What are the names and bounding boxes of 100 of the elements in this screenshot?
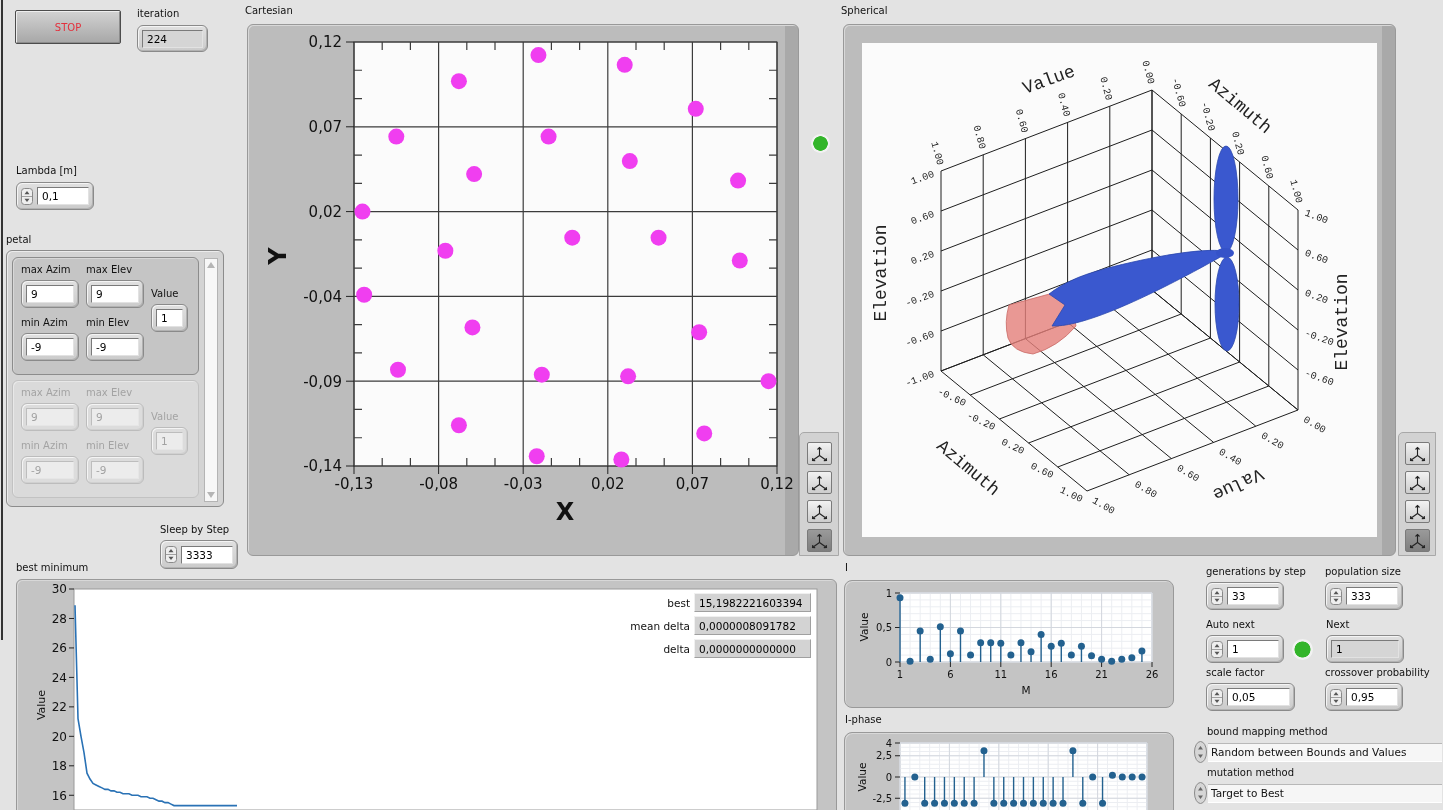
tick-label: 0.60 [1303,247,1330,267]
tick-label: 0.00 [1301,414,1328,436]
numeric-field[interactable]: 1 [156,309,183,327]
tick-label: 0.80 [970,124,988,151]
readout-label: delta [663,642,690,655]
data-point [760,373,777,390]
readout-label: mean delta [630,619,690,632]
spinner-arrows-icon[interactable] [1330,587,1342,605]
projection-button[interactable] [1404,500,1430,523]
data-point [946,650,954,658]
data-point [1027,648,1035,656]
spinner-arrows-icon[interactable] [1194,782,1207,804]
spinner-arrows-icon[interactable] [21,187,33,205]
data-point [987,639,995,647]
tick-label: 0,07 [675,475,710,493]
numeric-field[interactable]: -9 [26,338,74,356]
data-point [960,799,968,807]
data-point [997,639,1005,647]
projection-button[interactable] [806,529,832,552]
numeric-field[interactable]: 0,1 [37,187,89,205]
tick-label: 0.60 [909,208,936,228]
axes-icon [810,445,828,462]
numeric-field: -9 [91,461,139,479]
data-point [450,73,467,90]
tick-label: 1 [896,669,904,680]
numeric-field[interactable]: 1 [1227,640,1279,658]
data-point [564,229,581,246]
section-label: I-phase [845,714,882,726]
control-label: Lambda [m] [16,165,77,177]
tick-label: 26 [1145,669,1159,680]
numeric-field[interactable]: 3333 [181,545,233,564]
data-point [950,799,958,807]
data-point [1007,651,1015,659]
axes-icon [1408,445,1426,462]
tick-label: 0.20 [1259,430,1286,452]
data-point [1017,639,1025,647]
numeric-field[interactable]: 333 [1346,587,1398,605]
data-point [906,657,914,665]
numeric-field: 9 [91,408,139,426]
tick-label: 26 [51,641,67,656]
tick-label: 0.60 [1174,462,1201,485]
spinner-arrows-icon[interactable] [1211,688,1223,706]
tick-label: -0.60 [1169,76,1188,109]
tick-label: 0.20 [909,248,936,268]
tick-label: 0.20 [999,436,1026,457]
data-point [390,361,406,378]
control-label: crossover probability [1325,667,1430,679]
projection-button[interactable] [1404,529,1430,552]
projection-button[interactable] [1404,442,1430,465]
numeric-field[interactable]: 9 [26,285,74,303]
tick-label: -0.20 [903,288,936,310]
tick-label: 21 [1095,669,1108,680]
control-label: Value [151,288,179,300]
spinner-arrows-icon[interactable] [1211,587,1223,605]
data-point [911,773,919,781]
axes-icon [810,503,828,520]
control-label: min Azim [21,317,68,329]
numeric-field: 9 [26,408,74,426]
tick-label: 0 [885,656,892,668]
spinner-arrows-icon[interactable] [1211,640,1223,658]
tick-label: 0,02 [591,475,625,493]
projection-button[interactable] [806,471,832,494]
ring-selector[interactable]: Random between Bounds and Values [1208,742,1442,762]
data-point [970,799,978,807]
data-point [921,799,929,807]
tick-label: -0.60 [935,386,968,409]
tick-label: 0,02 [308,203,342,221]
projection-button[interactable] [806,500,832,523]
tick-label: 1 [885,587,892,599]
data-point [977,639,985,647]
data-point [533,366,550,383]
axis-title: X [555,498,575,526]
numeric-field[interactable]: 33 [1227,587,1279,605]
data-point [528,448,545,465]
tick-label: -2,5 [872,792,892,804]
tick-label: 0.60 [1028,460,1056,481]
numeric-field[interactable]: 0,95 [1346,688,1398,706]
numeric-field[interactable]: -9 [91,338,139,356]
data-point [1099,799,1107,807]
data-point [1089,773,1097,781]
axis-title: Elevation [871,224,891,322]
tick-label: 18 [51,759,67,774]
numeric-field[interactable]: 9 [91,285,139,303]
tick-label: 22 [51,700,67,715]
projection-button[interactable] [806,442,832,465]
data-point [616,56,633,73]
data-point [354,203,371,220]
data-point [1128,773,1136,781]
axis-title: Value [34,689,48,721]
tick-label: 16 [1044,669,1058,680]
spinner-arrows-icon[interactable] [1330,688,1342,706]
tick-label: 0.20 [1303,287,1330,307]
ring-selector[interactable]: Target to Best [1208,783,1442,803]
projection-button[interactable] [1404,471,1430,494]
spinner-arrows-icon[interactable] [165,546,177,563]
data-point [936,623,944,631]
control-label: Sleep by Step [160,524,230,536]
numeric-field[interactable]: 0,05 [1227,688,1290,706]
data-point [620,368,637,385]
spinner-arrows-icon[interactable] [1194,741,1207,763]
